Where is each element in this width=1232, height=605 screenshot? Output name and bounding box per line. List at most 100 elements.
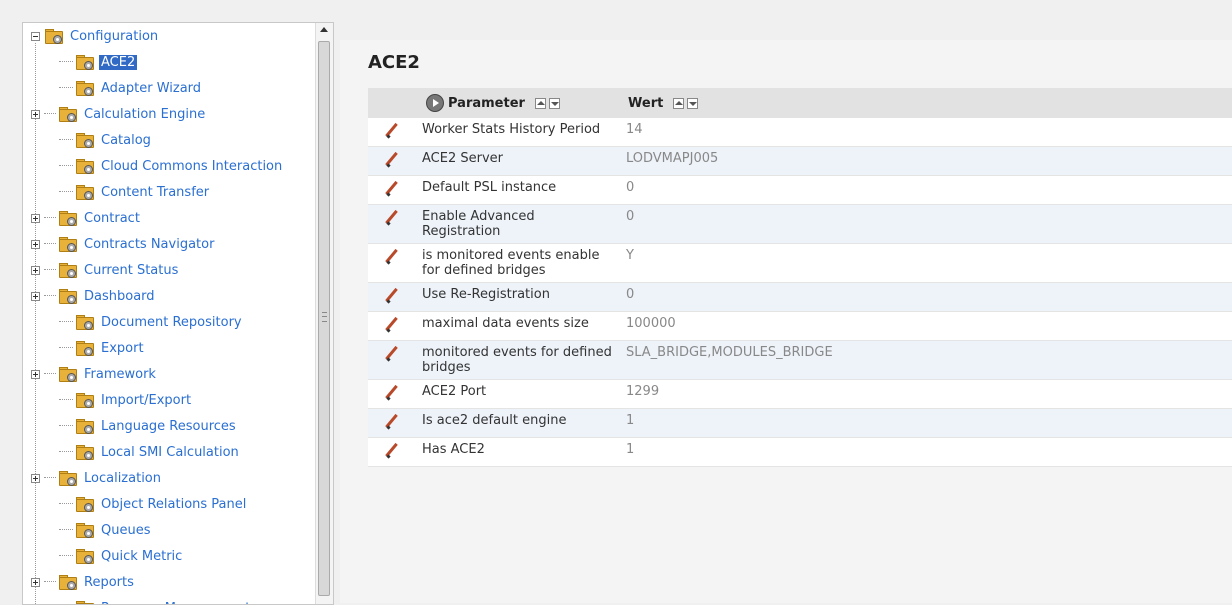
config-folder-icon bbox=[75, 340, 95, 356]
tree-item[interactable]: Dashboard bbox=[31, 283, 157, 309]
tree-item[interactable]: Localization bbox=[31, 465, 163, 491]
tree-item[interactable]: Local SMI Calculation bbox=[59, 439, 241, 465]
tree-item[interactable]: Framework bbox=[31, 361, 158, 387]
value-cell: 1 bbox=[620, 408, 1232, 438]
tree-scrollbar[interactable] bbox=[315, 23, 333, 604]
value-cell: 14 bbox=[620, 118, 1232, 147]
tree-item[interactable]: Contract bbox=[31, 205, 142, 231]
tree-item-label[interactable]: Resource Management bbox=[99, 601, 252, 605]
config-folder-icon bbox=[58, 366, 78, 382]
parameter-cell: Enable Advanced Registration bbox=[416, 204, 620, 244]
expand-icon[interactable] bbox=[31, 265, 40, 275]
tree-item-label[interactable]: Catalog bbox=[99, 133, 153, 148]
tree-connector bbox=[59, 87, 73, 89]
tree-item[interactable]: Calculation Engine bbox=[31, 101, 207, 127]
tree-item-label[interactable]: Current Status bbox=[82, 263, 180, 278]
tree-item-label[interactable]: Adapter Wizard bbox=[99, 81, 203, 96]
play-icon[interactable] bbox=[426, 94, 444, 112]
tree-item[interactable]: Content Transfer bbox=[59, 179, 211, 205]
parameter-cell: Worker Stats History Period bbox=[416, 118, 620, 147]
tree-item[interactable]: Object Relations Panel bbox=[59, 491, 248, 517]
tree-item-label[interactable]: Calculation Engine bbox=[82, 107, 207, 122]
pencil-edit-icon[interactable] bbox=[384, 384, 398, 400]
tree-item-label[interactable]: Queues bbox=[99, 523, 152, 538]
tree-item[interactable]: ACE2 bbox=[59, 49, 138, 75]
tree-item-label[interactable]: Contracts Navigator bbox=[82, 237, 216, 252]
tree-item-label[interactable]: Object Relations Panel bbox=[99, 497, 248, 512]
tree-item-label[interactable]: Content Transfer bbox=[99, 185, 211, 200]
tree-connector bbox=[59, 191, 73, 193]
tree-item[interactable]: Quick Metric bbox=[59, 543, 184, 569]
pencil-edit-icon[interactable] bbox=[384, 345, 398, 361]
config-folder-icon bbox=[75, 158, 95, 174]
tree-item[interactable]: Document Repository bbox=[59, 309, 244, 335]
tree-item-label[interactable]: Framework bbox=[82, 367, 158, 382]
tree-connector bbox=[59, 61, 73, 63]
sort-ascending-icon[interactable] bbox=[534, 97, 546, 109]
tree-connector bbox=[59, 451, 73, 453]
tree-connector bbox=[44, 269, 56, 271]
parameter-cell: ACE2 Server bbox=[416, 146, 620, 176]
tree-item[interactable]: Queues bbox=[59, 517, 152, 543]
tree-connector bbox=[59, 139, 73, 141]
pencil-edit-icon[interactable] bbox=[384, 209, 398, 225]
tree-connector bbox=[44, 295, 56, 297]
tree-item-label[interactable]: Document Repository bbox=[99, 315, 244, 330]
collapse-icon[interactable] bbox=[31, 31, 40, 41]
tree-item[interactable]: Contracts Navigator bbox=[31, 231, 216, 257]
edit-cell bbox=[368, 175, 416, 205]
tree-connector-line bbox=[35, 43, 36, 604]
tree-item-label[interactable]: Localization bbox=[82, 471, 163, 486]
tree-item[interactable]: Language Resources bbox=[59, 413, 238, 439]
pencil-edit-icon[interactable] bbox=[384, 122, 398, 138]
tree-root-label[interactable]: Configuration bbox=[68, 29, 160, 44]
sort-ascending-icon[interactable] bbox=[673, 97, 685, 109]
tree-item-label[interactable]: Export bbox=[99, 341, 146, 356]
sort-descending-icon[interactable] bbox=[548, 97, 560, 109]
pencil-edit-icon[interactable] bbox=[384, 248, 398, 264]
config-folder-icon bbox=[75, 132, 95, 148]
pencil-edit-icon[interactable] bbox=[384, 442, 398, 458]
tree-item-label[interactable]: Import/Export bbox=[99, 393, 193, 408]
expand-icon[interactable] bbox=[31, 239, 40, 249]
tree-item[interactable]: Catalog bbox=[59, 127, 153, 153]
tree-item-label[interactable]: Local SMI Calculation bbox=[99, 445, 241, 460]
tree-root-configuration[interactable]: Configuration bbox=[31, 23, 160, 49]
pencil-edit-icon[interactable] bbox=[384, 151, 398, 167]
expand-icon[interactable] bbox=[31, 577, 40, 587]
config-folder-icon bbox=[75, 444, 95, 460]
expand-icon[interactable] bbox=[31, 473, 40, 483]
tree-item-label[interactable]: Language Resources bbox=[99, 419, 238, 434]
scroll-up-arrow-icon[interactable] bbox=[320, 27, 328, 32]
tree-item[interactable]: Current Status bbox=[31, 257, 180, 283]
edit-cell bbox=[368, 340, 416, 380]
pencil-edit-icon[interactable] bbox=[384, 413, 398, 429]
scrollbar-thumb[interactable] bbox=[318, 41, 330, 596]
edit-cell bbox=[368, 437, 416, 467]
config-folder-icon bbox=[75, 314, 95, 330]
table-row: Worker Stats History Period 14 bbox=[368, 118, 1232, 147]
tree-item-label[interactable]: Reports bbox=[82, 575, 136, 590]
expand-icon[interactable] bbox=[31, 109, 40, 119]
tree-item[interactable]: Reports bbox=[31, 569, 136, 595]
expand-icon[interactable] bbox=[31, 213, 40, 223]
tree-item[interactable]: Import/Export bbox=[59, 387, 193, 413]
expand-icon[interactable] bbox=[31, 291, 40, 301]
tree-item-label[interactable]: Quick Metric bbox=[99, 549, 184, 564]
pencil-edit-icon[interactable] bbox=[384, 316, 398, 332]
pencil-edit-icon[interactable] bbox=[384, 287, 398, 303]
pencil-edit-icon[interactable] bbox=[384, 180, 398, 196]
expand-icon[interactable] bbox=[31, 369, 40, 379]
value-cell: 0 bbox=[620, 204, 1232, 244]
tree-item-label[interactable]: Contract bbox=[82, 211, 142, 226]
tree-item-label[interactable]: ACE2 bbox=[99, 54, 138, 70]
tree-item[interactable]: Export bbox=[59, 335, 146, 361]
tree-item-label[interactable]: Cloud Commons Interaction bbox=[99, 159, 284, 174]
sort-descending-icon[interactable] bbox=[687, 97, 699, 109]
tree-item[interactable]: Cloud Commons Interaction bbox=[59, 153, 284, 179]
table-row: ACE2 Port 1299 bbox=[368, 379, 1232, 409]
edit-cell bbox=[368, 118, 416, 147]
tree-item-label[interactable]: Dashboard bbox=[82, 289, 157, 304]
parameter-cell: maximal data events size bbox=[416, 311, 620, 341]
tree-item[interactable]: Adapter Wizard bbox=[59, 75, 203, 101]
